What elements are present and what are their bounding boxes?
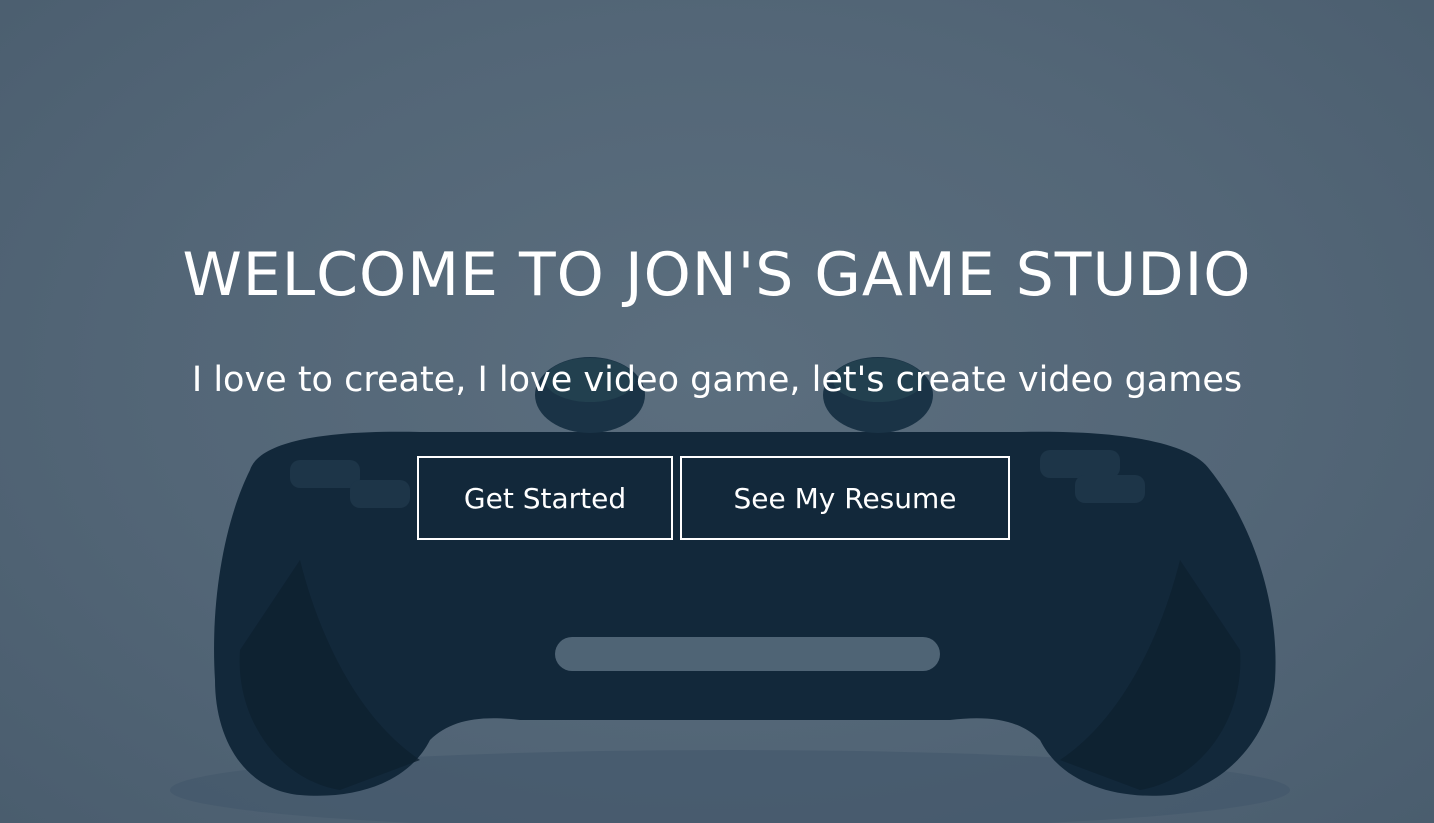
get-started-button[interactable]: Get Started (417, 456, 673, 540)
hero-subtitle: I love to create, I love video game, let… (191, 360, 1243, 400)
hero-buttons: Get Started See My Resume (417, 456, 1010, 540)
see-resume-button[interactable]: See My Resume (680, 456, 1010, 540)
hero-content: WELCOME TO JON'S GAME STUDIO I love to c… (0, 0, 1434, 823)
page-title: WELCOME TO JON'S GAME STUDIO (182, 240, 1252, 310)
hero-section: WELCOME TO JON'S GAME STUDIO I love to c… (0, 0, 1434, 823)
